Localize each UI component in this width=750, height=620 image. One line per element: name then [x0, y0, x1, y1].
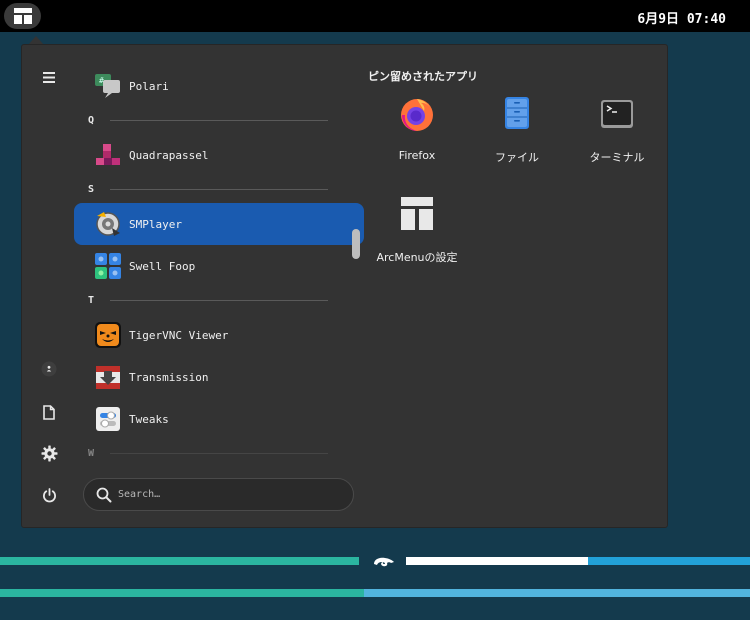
document-icon — [43, 404, 55, 420]
activities-button[interactable] — [4, 3, 41, 29]
transmission-icon — [94, 363, 122, 391]
app-list[interactable]: # Polari Q Quadrapassel S SMPlayer Swell… — [74, 65, 364, 457]
user-icon — [41, 361, 57, 377]
section-divider — [110, 120, 328, 121]
hamburger-button[interactable] — [38, 66, 60, 88]
app-label: Swell Foop — [129, 259, 196, 273]
section-divider — [110, 189, 328, 190]
scrollbar[interactable] — [352, 229, 360, 259]
section-divider — [110, 453, 328, 454]
search-box[interactable] — [83, 478, 354, 511]
settings-button[interactable] — [38, 442, 60, 464]
power-icon — [42, 487, 56, 502]
files-icon — [499, 96, 535, 132]
section-divider — [110, 300, 328, 301]
wallpaper-stripe — [588, 557, 750, 565]
pinned-app-label: ファイル — [495, 151, 539, 164]
arc-menu: # Polari Q Quadrapassel S SMPlayer Swell… — [21, 44, 668, 528]
app-item-smplayer[interactable]: SMPlayer — [74, 203, 364, 245]
clock[interactable]: 6月9日 07:40 — [637, 8, 726, 27]
top-bar: 6月9日 07:40 — [0, 0, 750, 32]
chameleon-logo-icon — [374, 557, 394, 567]
app-item-quadrapassel[interactable]: Quadrapassel — [74, 134, 364, 176]
app-label: Quadrapassel — [129, 148, 209, 162]
terminal-icon — [599, 96, 635, 132]
documents-button[interactable] — [38, 401, 60, 423]
wallpaper-stripe — [406, 557, 588, 565]
quadrapassel-icon — [94, 141, 122, 169]
pinned-app-firefox[interactable]: Firefox — [367, 90, 467, 180]
app-item-transmission[interactable]: Transmission — [74, 356, 364, 398]
tweaks-icon — [94, 405, 122, 433]
section-header-t: T — [74, 290, 364, 310]
wallpaper-stripe — [0, 557, 359, 565]
wallpaper-stripe — [364, 589, 750, 597]
tigervnc-icon — [94, 321, 122, 349]
search-icon — [96, 487, 112, 502]
app-label: Transmission — [129, 370, 209, 384]
pinned-apps-title: ピン留めされたアプリ — [368, 70, 478, 83]
pinned-app-label: Firefox — [398, 149, 436, 162]
app-label: Polari — [129, 79, 169, 93]
app-label: TigerVNC Viewer — [129, 328, 229, 342]
section-header-q: Q — [74, 110, 364, 130]
pinned-app-label: ArcMenuの設定 — [376, 251, 458, 264]
search-input[interactable] — [118, 489, 338, 500]
pinned-app-terminal[interactable]: ターミナル — [567, 90, 667, 180]
pinned-app-label: ターミナル — [589, 151, 645, 164]
app-label: Tweaks — [129, 412, 169, 426]
user-button[interactable] — [38, 358, 60, 380]
layout-icon — [13, 8, 32, 24]
svg-text:#: # — [99, 76, 104, 85]
pinned-app-files[interactable]: ファイル — [467, 90, 567, 180]
swell-foop-icon — [94, 252, 122, 280]
app-label: SMPlayer — [129, 217, 182, 231]
smplayer-icon — [94, 210, 122, 238]
firefox-icon — [399, 96, 435, 132]
polari-icon: # — [94, 72, 122, 100]
hamburger-icon — [43, 71, 55, 83]
app-item-polari[interactable]: # Polari — [74, 65, 364, 107]
app-item-tigervnc[interactable]: TigerVNC Viewer — [74, 314, 364, 356]
pinned-app-arcmenu-settings[interactable]: ArcMenuの設定 — [367, 190, 467, 280]
gear-icon — [41, 445, 57, 461]
arcmenu-settings-icon — [399, 196, 435, 232]
app-item-swell-foop[interactable]: Swell Foop — [74, 245, 364, 287]
section-letter: S — [88, 183, 95, 195]
section-letter: T — [88, 294, 95, 306]
wallpaper-stripe — [0, 589, 364, 597]
section-letter: Q — [88, 114, 95, 126]
power-button[interactable] — [38, 484, 60, 506]
section-letter: W — [88, 447, 95, 458]
section-header-s: S — [74, 179, 364, 199]
section-header-w: W — [74, 443, 364, 457]
app-item-tweaks[interactable]: Tweaks — [74, 398, 364, 440]
